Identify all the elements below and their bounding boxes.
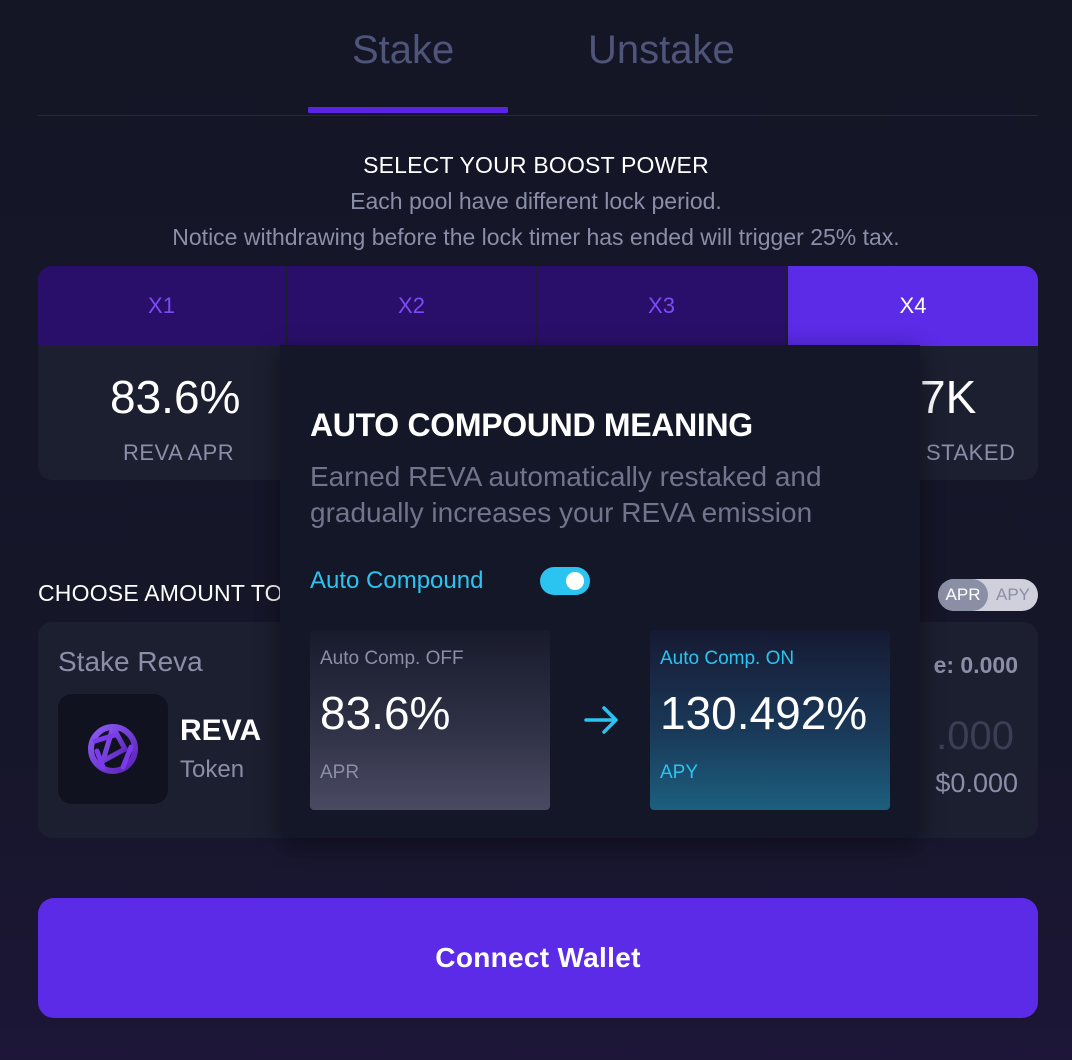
auto-comp-off-label: Auto Comp. OFF [320,648,464,669]
apy-toggle-option[interactable]: APY [988,579,1038,611]
auto-comp-off-value: 83.6% [320,687,451,739]
tab-unstake[interactable]: Unstake [588,28,735,73]
usd-value: $0.000 [935,768,1018,798]
token-name: REVA [180,714,262,747]
boost-option-x1[interactable]: X1 [38,266,288,346]
auto-comp-on-unit: APY [660,762,699,783]
amount-input[interactable]: .000 [936,714,1014,759]
choose-amount-label: CHOOSE AMOUNT TO [38,580,283,606]
boost-option-x2[interactable]: X2 [288,266,538,346]
auto-comp-on-label: Auto Comp. ON [660,648,795,669]
boost-option-x4[interactable]: X4 [788,266,1038,346]
balance-text: e: 0.000 [933,652,1018,678]
boost-title: SELECT YOUR BOOST POWER [363,152,709,178]
boost-option-x3[interactable]: X3 [538,266,788,346]
boost-subtitle-tax: Notice withdrawing before the lock timer… [172,224,900,250]
apr-label: REVA APR [123,440,235,465]
apr-value: 83.6% [110,371,241,423]
active-tab-indicator [308,107,508,113]
auto-compound-label: Auto Compound [310,567,484,594]
tab-stake[interactable]: Stake [352,28,454,73]
auto-comp-on-value: 130.492% [660,687,868,739]
stake-tabs: Stake Unstake [38,0,1038,116]
reva-logo-icon [58,694,168,804]
apr-toggle-option[interactable]: APR [938,579,988,611]
auto-compound-switch[interactable] [540,567,590,595]
apr-apy-toggle[interactable]: APR APY [938,579,1038,611]
popover-description: Earned REVA automatically restaked and g… [310,461,822,528]
stake-card-title: Stake Reva [58,646,203,677]
arrow-right-icon [584,706,618,734]
popover-title: AUTO COMPOUND MEANING [310,407,753,443]
auto-comp-off-box: Auto Comp. OFF 83.6% APR [310,630,550,810]
boost-subtitle-lock: Each pool have different lock period. [350,188,722,214]
auto-comp-on-box: Auto Comp. ON 130.492% APY [650,630,890,810]
auto-compound-popover: AUTO COMPOUND MEANING Earned REVA automa… [280,345,920,838]
connect-wallet-button[interactable]: Connect Wallet [38,898,1038,1018]
auto-comp-off-unit: APR [320,762,360,783]
boost-selector: X1 X2 X3 X4 [38,266,1038,346]
switch-knob [566,572,584,590]
token-type: Token [180,756,245,783]
staked-value: 7K [920,371,977,423]
staked-label: STAKED [926,440,1016,465]
